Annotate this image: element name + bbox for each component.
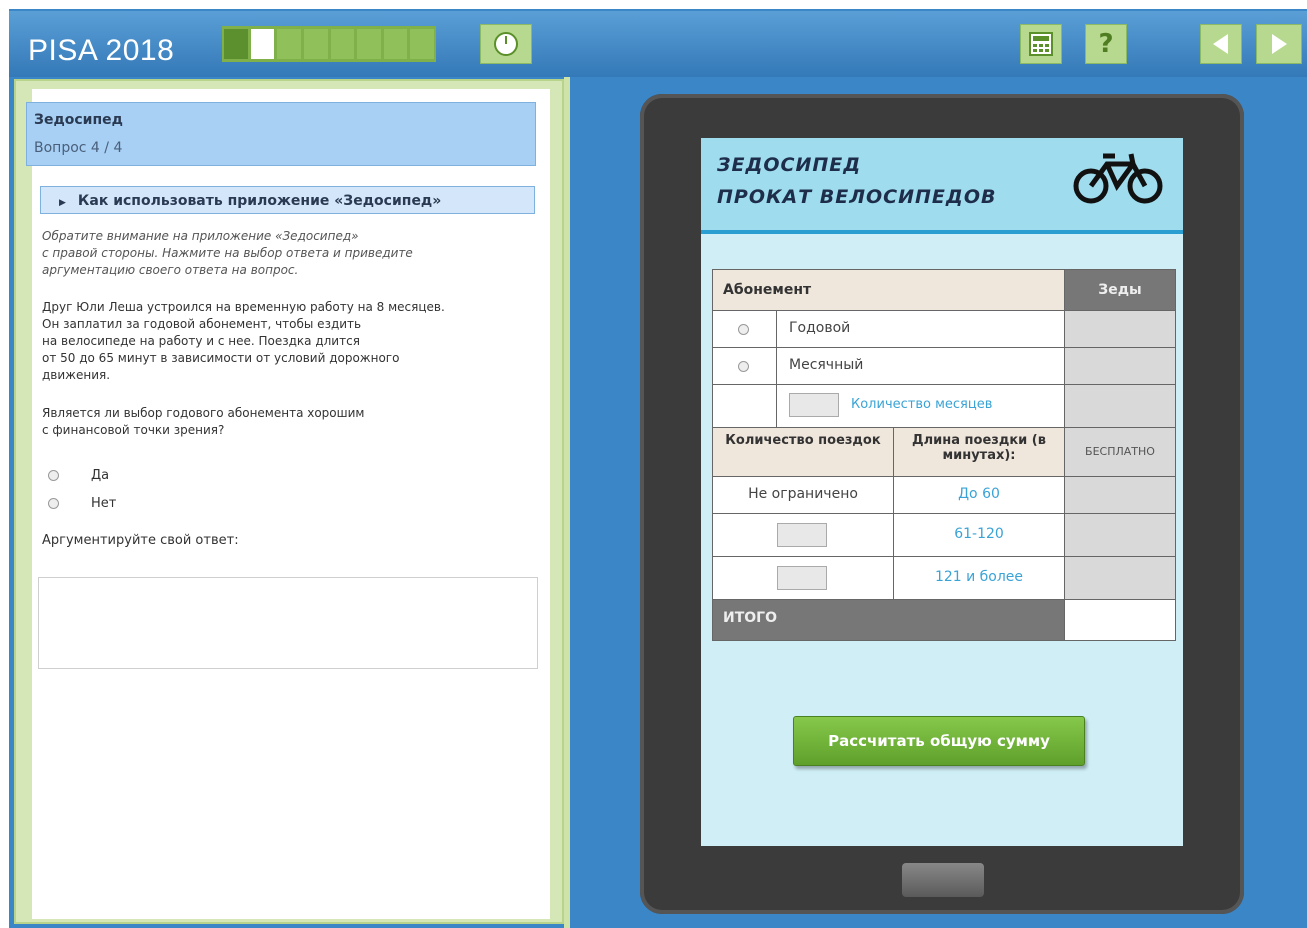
- previous-button[interactable]: [1200, 24, 1242, 64]
- duration-header: Длина поездки (в минутах):: [893, 427, 1065, 477]
- months-label: Количество месяцев: [851, 397, 993, 412]
- question-number: Вопрос 4 / 4: [34, 140, 123, 156]
- answer-textarea[interactable]: [38, 577, 538, 669]
- monthly-label: Месячный: [776, 347, 1065, 385]
- months-cell: Количество месяцев: [776, 384, 1065, 428]
- duration1-zedy: [1064, 476, 1176, 514]
- option-yes[interactable]: Да: [48, 468, 109, 483]
- yearly-label: Годовой: [776, 310, 1065, 348]
- app-header: ЗЕДОСИПЕД ПРОКАТ ВЕЛОСИПЕДОВ: [701, 138, 1183, 234]
- trips-input-cell: [712, 556, 894, 600]
- triangle-right-icon: ▶: [59, 198, 66, 208]
- monthly-zedy: [1064, 347, 1176, 385]
- progress-segment: [383, 29, 408, 59]
- duration-61-120: 61-120: [893, 513, 1065, 557]
- option-no[interactable]: Нет: [48, 496, 116, 511]
- story-text: Друг Юли Леша устроился на временную раб…: [42, 300, 445, 382]
- option-label: Нет: [91, 496, 117, 511]
- unit-title: Зедосипед: [34, 112, 123, 128]
- subscription-header: Абонемент: [712, 269, 1065, 311]
- trips-61-120-input[interactable]: [777, 523, 827, 547]
- total-label: ИТОГО: [712, 599, 1065, 641]
- months-zedy: [1064, 384, 1176, 428]
- radio-button[interactable]: [48, 498, 59, 509]
- instruction-text: Обратите внимание на приложение «Зедосип…: [42, 229, 413, 277]
- duration2-zedy: [1064, 513, 1176, 557]
- months-input[interactable]: [789, 393, 839, 417]
- radio-cell: [712, 347, 777, 385]
- question-header: Зедосипед Вопрос 4 / 4: [26, 102, 536, 166]
- free-label: БЕСПЛАТНО: [1064, 427, 1176, 477]
- progress-segment: [277, 29, 301, 59]
- calculator-button[interactable]: [1020, 24, 1062, 64]
- monthly-radio[interactable]: [738, 361, 749, 372]
- timer-icon: [494, 32, 518, 56]
- unlimited-trips: Не ограничено: [712, 476, 894, 514]
- duration-up-to-60: До 60: [893, 476, 1065, 514]
- brand-title: PISA 2018: [28, 34, 175, 67]
- bicycle-icon: [1073, 153, 1163, 204]
- radio-cell: [712, 310, 777, 348]
- calculate-total-button[interactable]: Рассчитать общую сумму: [793, 716, 1085, 766]
- option-label: Да: [91, 468, 110, 483]
- progress-bar: [222, 26, 436, 62]
- help-icon: ?: [1098, 29, 1114, 59]
- yearly-zedy: [1064, 310, 1176, 348]
- duration3-zedy: [1064, 556, 1176, 600]
- trips-header: Количество поездок: [712, 427, 894, 477]
- zedy-header: Зеды: [1064, 269, 1176, 311]
- progress-segment: [330, 29, 355, 59]
- empty-cell: [712, 384, 777, 428]
- progress-segment: [224, 29, 248, 59]
- progress-segment: [303, 29, 328, 59]
- calculator-icon: [1029, 32, 1053, 56]
- howto-expander[interactable]: ▶ Как использовать приложение «Зедосипед»: [40, 186, 535, 214]
- argue-label: Аргументируйте свой ответ:: [42, 533, 239, 548]
- timer-button[interactable]: [480, 24, 532, 64]
- next-arrow-icon: [1272, 34, 1287, 54]
- previous-arrow-icon: [1213, 34, 1228, 54]
- trips-input-cell: [712, 513, 894, 557]
- yearly-radio[interactable]: [738, 324, 749, 335]
- tablet-home-button[interactable]: [902, 863, 984, 897]
- progress-segment-current: [250, 29, 275, 59]
- next-button[interactable]: [1256, 24, 1302, 64]
- progress-segment: [357, 29, 381, 59]
- app-title-line1: ЗЕДОСИПЕД: [717, 154, 862, 176]
- app-title-line2: ПРОКАТ ВЕЛОСИПЕДОВ: [717, 186, 997, 208]
- duration-121-plus: 121 и более: [893, 556, 1065, 600]
- trips-121-plus-input[interactable]: [777, 566, 827, 590]
- progress-segment: [410, 29, 434, 59]
- question-text: Является ли выбор годового абонемента хо…: [42, 406, 365, 437]
- total-value: [1064, 599, 1176, 641]
- help-button[interactable]: ?: [1085, 24, 1127, 64]
- panel-divider: [564, 77, 570, 928]
- radio-button[interactable]: [48, 470, 59, 481]
- howto-label: Как использовать приложение «Зедосипед»: [77, 193, 442, 209]
